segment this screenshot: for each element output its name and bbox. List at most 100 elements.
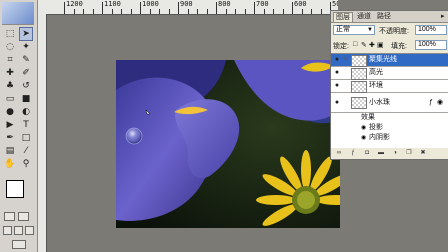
ruler-tick xyxy=(83,9,84,14)
ruler-tick xyxy=(254,2,255,14)
lock-label: 锁定: xyxy=(333,43,349,50)
lock-paint-icon[interactable]: ✎ xyxy=(361,41,367,49)
app-logo[interactable] xyxy=(2,2,34,25)
pen-icon[interactable]: ✒ xyxy=(4,132,16,144)
jump-to-imageready-button[interactable] xyxy=(12,240,26,249)
eye-icon[interactable]: ● xyxy=(333,99,341,107)
blend-mode-value: 正常 xyxy=(336,26,350,33)
eye-icon[interactable]: ◉ xyxy=(361,124,366,131)
quick-mask-button[interactable] xyxy=(18,212,29,221)
ruler-tick xyxy=(168,9,170,14)
panel-tab-bar: 图层 通道 路径 ▸ xyxy=(331,11,448,23)
layer-style-icon[interactable]: ◉ xyxy=(437,98,443,106)
panel-menu-icon[interactable]: ▸ xyxy=(439,12,447,21)
eye-icon[interactable]: ● xyxy=(333,82,341,90)
gradient-icon[interactable]: ■ xyxy=(20,93,32,105)
ruler-tick xyxy=(282,9,284,14)
brush-icon[interactable]: ✐ xyxy=(20,67,32,79)
adjustment-layer-icon[interactable]: ◑ xyxy=(391,150,399,157)
ruler-tick xyxy=(292,2,293,14)
lock-transparency-icon[interactable]: □ xyxy=(353,41,357,48)
eraser-icon[interactable]: ▭ xyxy=(4,93,16,105)
ruler-tick xyxy=(140,2,141,14)
screen-mode-standard-button[interactable] xyxy=(3,226,12,235)
ruler-tick xyxy=(225,9,227,14)
clone-stamp-icon[interactable]: ♣ xyxy=(4,80,16,92)
brush-link-icon: ✎ xyxy=(343,57,349,63)
delete-layer-icon[interactable]: ✖ xyxy=(419,150,427,157)
eye-icon[interactable]: ● xyxy=(333,69,341,77)
toolbox: ⬚ ➤ ◌ ✦ ⌗ ✎ ✚ ✐ ♣ ↺ ▭ ■ ● ◐ ▶ T ✒ □ ▤ ⁄ ✋ ⚲ xyxy=(0,0,38,252)
shape-icon[interactable]: □ xyxy=(20,132,32,144)
link-layers-icon[interactable]: ∞ xyxy=(335,150,343,157)
ruler-tick xyxy=(206,9,208,14)
crop-icon[interactable]: ⌗ xyxy=(4,54,16,66)
ruler-tick xyxy=(273,9,274,14)
ruler-tick xyxy=(92,9,94,14)
ruler-tick xyxy=(64,2,65,14)
eye-icon[interactable]: ● xyxy=(333,56,341,64)
ruler-label: 1000 xyxy=(142,0,159,8)
image-canvas[interactable] xyxy=(116,60,340,228)
slice-icon[interactable]: ✎ xyxy=(20,54,32,66)
type-icon[interactable]: T xyxy=(20,119,32,131)
path-select-icon[interactable]: ▶ xyxy=(4,119,16,131)
tab-layers[interactable]: 图层 xyxy=(333,12,353,22)
ruler-tick xyxy=(178,2,179,14)
magic-wand-icon[interactable]: ✦ xyxy=(20,41,32,53)
layer-row[interactable]: ● ✎ 聚集光线 xyxy=(331,54,448,67)
add-mask-icon[interactable]: ◘ xyxy=(363,150,371,157)
new-layer-icon[interactable]: ❐ xyxy=(405,150,413,157)
marquee-icon[interactable]: ⬚ xyxy=(4,28,16,40)
healing-brush-icon[interactable]: ✚ xyxy=(4,67,16,79)
screen-mode-full-button[interactable] xyxy=(25,226,34,235)
layer-name: 高光 xyxy=(369,69,383,76)
screen-mode-full-menu-button[interactable] xyxy=(14,226,23,235)
zoom-icon[interactable]: ⚲ xyxy=(20,158,32,170)
ruler-tick xyxy=(102,2,103,14)
effect-item[interactable]: ◉ 内阴影 xyxy=(331,133,448,142)
chevron-down-icon: ▼ xyxy=(367,27,373,33)
notes-icon[interactable]: ▤ xyxy=(4,145,16,157)
opacity-field[interactable]: 100% xyxy=(415,25,447,35)
move-icon[interactable]: ➤ xyxy=(19,27,33,41)
layer-thumbnail xyxy=(351,97,367,109)
ruler-label: 600 xyxy=(294,0,307,8)
lock-all-icon[interactable]: ▣ xyxy=(377,41,384,49)
lasso-icon[interactable]: ◌ xyxy=(4,41,16,53)
standard-mode-button[interactable] xyxy=(4,212,15,221)
eye-icon[interactable]: ◉ xyxy=(361,134,366,141)
layer-row[interactable]: ● 环境 xyxy=(331,80,448,93)
layer-row[interactable]: ● 小水珠 ƒ ◉ xyxy=(331,94,448,113)
ruler-tick xyxy=(187,9,189,14)
eyedropper-icon[interactable]: ⁄ xyxy=(20,145,32,157)
ruler-tick xyxy=(111,9,113,14)
history-brush-icon[interactable]: ↺ xyxy=(20,80,32,92)
foreground-color-swatch[interactable] xyxy=(6,180,24,198)
ruler-label: 1200 xyxy=(66,0,83,8)
blur-icon[interactable]: ● xyxy=(4,106,16,118)
ruler-tick xyxy=(263,9,265,14)
tab-channels[interactable]: 通道 xyxy=(355,12,373,21)
ruler-tick xyxy=(130,9,132,14)
tab-paths[interactable]: 路径 xyxy=(375,12,393,21)
effects-row[interactable]: 效果 xyxy=(331,113,448,122)
add-style-icon[interactable]: ƒ xyxy=(349,150,357,157)
ruler-tick xyxy=(235,9,236,14)
hand-icon[interactable]: ✋ xyxy=(4,158,16,170)
layer-row[interactable]: ● 高光 xyxy=(331,67,448,80)
ruler-label: 1100 xyxy=(104,0,121,8)
ruler-tick xyxy=(73,9,75,14)
effects-label: 效果 xyxy=(361,114,375,121)
effect-item[interactable]: ◉ 投影 xyxy=(331,123,448,132)
fill-label: 填充: xyxy=(391,43,407,50)
new-group-icon[interactable]: ▬ xyxy=(377,150,385,157)
dodge-icon[interactable]: ◐ xyxy=(20,106,32,118)
fill-field[interactable]: 100% xyxy=(415,40,447,50)
blend-mode-select[interactable]: 正常 ▼ xyxy=(333,25,375,35)
lock-move-icon[interactable]: ✚ xyxy=(369,41,375,49)
layers-panel: 图层 通道 路径 ▸ 正常 ▼ 不透明度: 100% 锁定: □ ✎ ✚ ▣ 填… xyxy=(330,10,448,160)
ruler-tick xyxy=(197,9,198,14)
fx-icon[interactable]: ƒ xyxy=(429,99,433,106)
opacity-label: 不透明度: xyxy=(379,28,409,35)
